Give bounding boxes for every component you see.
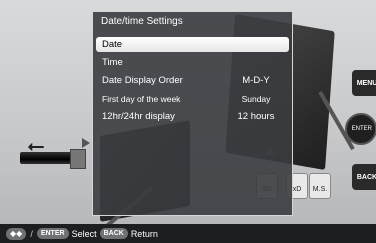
menu-item-label: First day of the week bbox=[102, 93, 181, 104]
menu-item-label: Date Display Order bbox=[102, 75, 183, 86]
enter-dial[interactable]: ENTER bbox=[345, 113, 376, 145]
enter-key-badge: ENTER bbox=[36, 228, 69, 239]
back-key-badge: BACK bbox=[99, 228, 128, 239]
arrow-keys-icon: ◆◆ bbox=[6, 227, 27, 240]
menu-item-label: Time bbox=[102, 57, 123, 68]
arrow-right-icon bbox=[82, 138, 90, 148]
screen-area: ⭠ SD xD M.S. MENU ENTER BACK Date/time S… bbox=[0, 0, 376, 224]
menu-item-label: Date bbox=[102, 39, 123, 50]
usb-cable-illustration bbox=[20, 152, 76, 164]
menu-item-time[interactable]: Time bbox=[96, 55, 289, 70]
menu-button[interactable]: MENU bbox=[352, 70, 376, 96]
menu-item-value: Sunday bbox=[241, 93, 271, 104]
usb-plug-illustration bbox=[70, 149, 86, 169]
return-hint: Return bbox=[130, 228, 158, 239]
menu-item-date-display-order[interactable]: Date Display Order M-D-Y bbox=[96, 73, 289, 88]
menu-item-label: 12hr/24hr display bbox=[102, 111, 175, 122]
dialog-title: Date/time Settings bbox=[101, 16, 183, 27]
separator-slash: / bbox=[30, 228, 33, 239]
settings-dialog: Date/time Settings Date Time Date Displa… bbox=[92, 11, 293, 216]
menu-item-first-day-of-week[interactable]: First day of the week Sunday bbox=[96, 91, 289, 106]
menu-item-12hr-24hr-display[interactable]: 12hr/24hr display 12 hours bbox=[96, 109, 289, 124]
menu-item-value: M-D-Y bbox=[242, 75, 270, 86]
menu-item-date[interactable]: Date bbox=[96, 37, 289, 52]
back-button[interactable]: BACK bbox=[352, 164, 376, 190]
menu-item-value: 12 hours bbox=[237, 111, 275, 122]
ms-card-slot: M.S. bbox=[309, 173, 331, 199]
select-hint: Select bbox=[71, 228, 97, 239]
footer-hint-bar: ◆◆ / ENTER Select BACK Return bbox=[0, 224, 376, 243]
